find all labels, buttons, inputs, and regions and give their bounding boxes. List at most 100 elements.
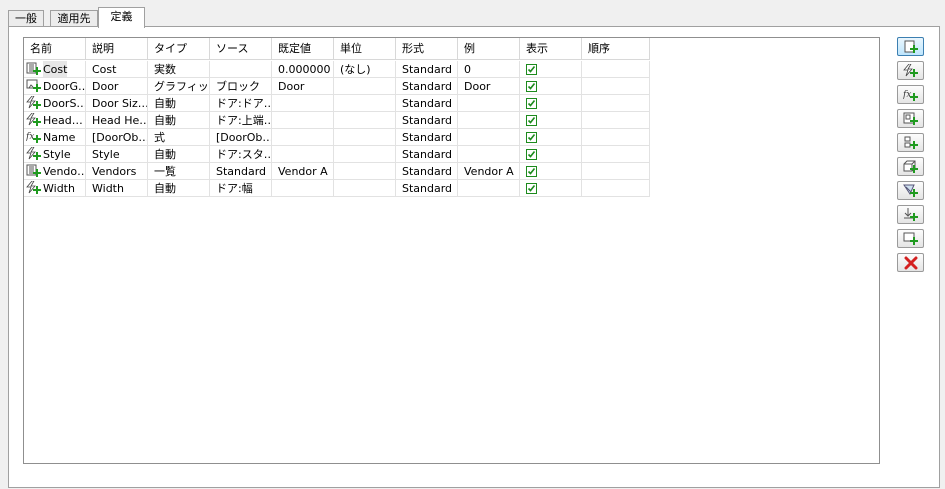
col-unit-cell[interactable]	[334, 78, 396, 95]
table-row[interactable]: DoorS… Door Siz… 自動 ドア:ドア… Standard	[24, 95, 650, 112]
col-name-cell[interactable]: Width	[24, 180, 86, 197]
col-order-cell[interactable]	[582, 78, 650, 95]
col-format-cell[interactable]: Standard	[396, 95, 458, 112]
col-source-cell[interactable]: ドア:ドア…	[210, 95, 272, 112]
col-format-header[interactable]: 形式	[396, 38, 458, 60]
tab-general[interactable]: 一般	[8, 10, 44, 26]
col-example-header[interactable]: 例	[458, 38, 520, 60]
col-name-cell[interactable]: Style	[24, 146, 86, 163]
col-source-header[interactable]: ソース	[210, 38, 272, 60]
col-name-cell[interactable]: Head…	[24, 112, 86, 129]
col-type-cell[interactable]: 自動	[148, 112, 210, 129]
col-unit-cell[interactable]	[334, 112, 396, 129]
visible-checkbox[interactable]	[526, 81, 537, 92]
table-row[interactable]: Cost Cost 実数 0.000000 (なし) Standard 0	[24, 61, 650, 78]
visible-checkbox[interactable]	[526, 98, 537, 109]
col-format-cell[interactable]: Standard	[396, 163, 458, 180]
col-visible-cell[interactable]	[520, 112, 582, 129]
col-default-cell[interactable]	[272, 95, 334, 112]
col-visible-cell[interactable]	[520, 163, 582, 180]
col-order-cell[interactable]	[582, 112, 650, 129]
col-source-cell[interactable]: Standard	[210, 163, 272, 180]
col-type-header[interactable]: タイプ	[148, 38, 210, 60]
col-example-cell[interactable]: Vendor A	[458, 163, 520, 180]
add-location-property-button[interactable]	[897, 133, 924, 152]
table-row[interactable]: Head… Head He… 自動 ドア:上端… Standard	[24, 112, 650, 129]
table-row[interactable]: Vendo… Vendors 一覧 Standard Vendor A Standard V…	[24, 163, 650, 180]
add-graphic-image-property-button[interactable]	[897, 229, 924, 248]
col-unit-header[interactable]: 単位	[334, 38, 396, 60]
col-type-cell[interactable]: 自動	[148, 95, 210, 112]
add-graphic-property-button[interactable]	[897, 205, 924, 224]
col-name-cell[interactable]: fx Name	[24, 129, 86, 146]
visible-checkbox[interactable]	[526, 132, 537, 143]
col-name-cell[interactable]: Cost	[24, 61, 86, 78]
col-name-cell[interactable]: DoorS…	[24, 95, 86, 112]
col-unit-cell[interactable]	[334, 163, 396, 180]
col-source-cell[interactable]: ドア:上端…	[210, 112, 272, 129]
col-default-cell[interactable]: Vendor A	[272, 163, 334, 180]
col-example-cell[interactable]	[458, 146, 520, 163]
visible-checkbox[interactable]	[526, 183, 537, 194]
col-description-header[interactable]: 説明	[86, 38, 148, 60]
col-example-cell[interactable]	[458, 112, 520, 129]
col-description-cell[interactable]: Style	[86, 146, 148, 163]
visible-checkbox[interactable]	[526, 166, 537, 177]
col-order-cell[interactable]	[582, 129, 650, 146]
table-row[interactable]: Width Width 自動 ドア:幅 Standard	[24, 180, 650, 197]
col-type-cell[interactable]: グラフィッ…	[148, 78, 210, 95]
col-description-cell[interactable]: Door Siz…	[86, 95, 148, 112]
col-description-cell[interactable]: [DoorOb…	[86, 129, 148, 146]
col-order-cell[interactable]	[582, 95, 650, 112]
col-description-cell[interactable]: Vendors	[86, 163, 148, 180]
add-automatic-property-button[interactable]	[897, 61, 924, 80]
add-anchor-property-button[interactable]	[897, 109, 924, 128]
tab-definition[interactable]: 定義	[98, 7, 145, 28]
col-name-header[interactable]: 名前	[24, 38, 86, 60]
col-description-cell[interactable]: Door	[86, 78, 148, 95]
col-format-cell[interactable]: Standard	[396, 78, 458, 95]
col-type-cell[interactable]: 自動	[148, 146, 210, 163]
col-example-cell[interactable]	[458, 180, 520, 197]
add-material-property-button[interactable]	[897, 181, 924, 200]
col-order-cell[interactable]	[582, 163, 650, 180]
col-type-cell[interactable]: 式	[148, 129, 210, 146]
col-format-cell[interactable]: Standard	[396, 180, 458, 197]
col-visible-cell[interactable]	[520, 180, 582, 197]
col-visible-cell[interactable]	[520, 61, 582, 78]
col-visible-cell[interactable]	[520, 78, 582, 95]
col-default-cell[interactable]	[272, 112, 334, 129]
col-visible-header[interactable]: 表示	[520, 38, 582, 60]
add-manual-property-button[interactable]	[897, 37, 924, 56]
delete-property-button[interactable]	[897, 253, 924, 272]
col-format-cell[interactable]: Standard	[396, 112, 458, 129]
col-default-header[interactable]: 既定値	[272, 38, 334, 60]
visible-checkbox[interactable]	[526, 64, 537, 75]
col-type-cell[interactable]: 実数	[148, 61, 210, 78]
col-default-cell[interactable]	[272, 129, 334, 146]
add-classification-property-button[interactable]	[897, 157, 924, 176]
col-example-cell[interactable]	[458, 95, 520, 112]
col-type-cell[interactable]: 一覧	[148, 163, 210, 180]
col-visible-cell[interactable]	[520, 129, 582, 146]
property-definitions-table[interactable]: 名前 説明 タイプ ソース 既定値 単位 形式例表示 順序 Cost Cost 実数 0.00000…	[23, 37, 880, 464]
tab-applies-to[interactable]: 適用先	[50, 10, 98, 26]
col-visible-cell[interactable]	[520, 146, 582, 163]
col-source-cell[interactable]: ブロック	[210, 78, 272, 95]
col-visible-cell[interactable]	[520, 95, 582, 112]
col-unit-cell[interactable]	[334, 95, 396, 112]
col-default-cell[interactable]	[272, 146, 334, 163]
col-default-cell[interactable]: Door	[272, 78, 334, 95]
col-type-cell[interactable]: 自動	[148, 180, 210, 197]
col-order-cell[interactable]	[582, 146, 650, 163]
col-default-cell[interactable]	[272, 180, 334, 197]
col-source-cell[interactable]: [DoorOb…	[210, 129, 272, 146]
col-unit-cell[interactable]: (なし)	[334, 61, 396, 78]
add-formula-property-button[interactable]: fx	[897, 85, 924, 104]
col-unit-cell[interactable]	[334, 180, 396, 197]
col-unit-cell[interactable]	[334, 146, 396, 163]
col-format-cell[interactable]: Standard	[396, 146, 458, 163]
table-row[interactable]: DoorG…Doorグラフィッ…ブロックDoorStandardDoor	[24, 78, 650, 95]
col-order-header[interactable]: 順序	[582, 38, 650, 60]
col-source-cell[interactable]	[210, 61, 272, 78]
